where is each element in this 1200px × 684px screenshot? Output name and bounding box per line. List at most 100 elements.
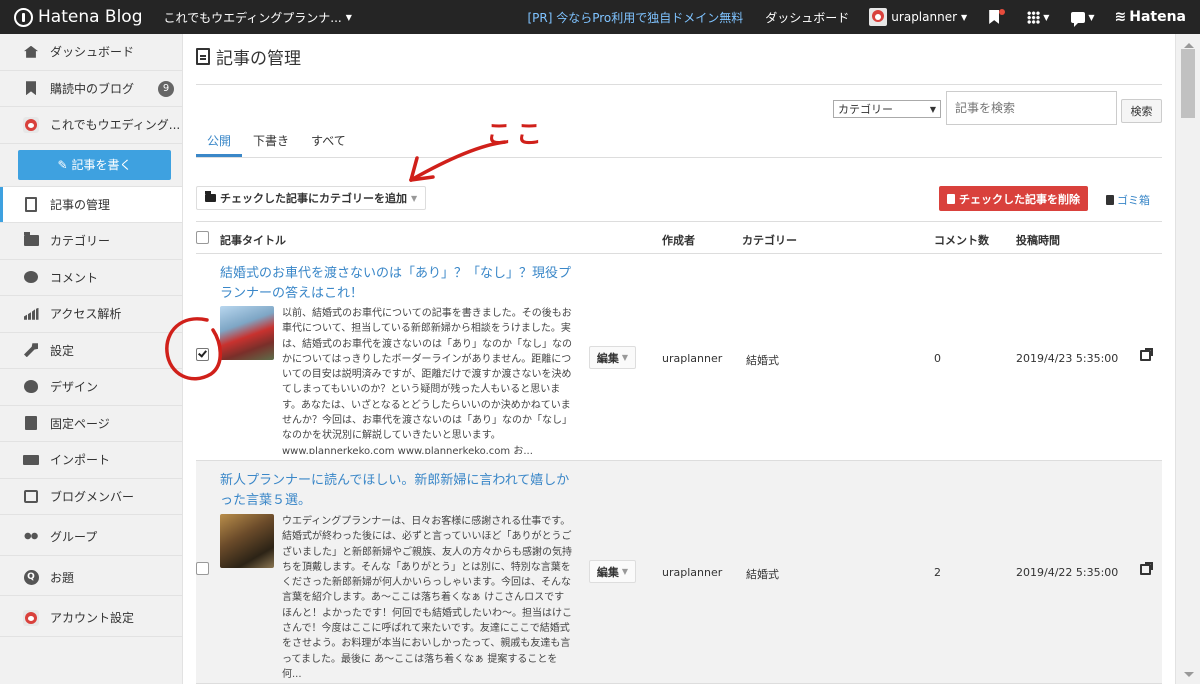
divider <box>196 84 1162 85</box>
sidebar-item-label: お題 <box>50 570 75 585</box>
sidebar-item-label: これでもウエディング... <box>50 118 181 133</box>
page-icon <box>22 415 40 431</box>
scroll-down-arrow-icon[interactable] <box>1184 672 1194 682</box>
post-excerpt: ウエディングプランナーは、日々お客様に感謝される仕事です。結婚式が終わった後には… <box>282 516 572 680</box>
sidebar-item-import[interactable]: インポート <box>0 442 182 479</box>
sidebar-item-topics[interactable]: Q お題 <box>0 560 182 596</box>
column-author: 作成者 <box>662 234 695 247</box>
sidebar-item-blog-members[interactable]: ブログメンバー <box>0 479 182 515</box>
post-thumbnail[interactable] <box>220 514 274 568</box>
sidebar-item-account[interactable]: アカウント設定 <box>0 600 182 637</box>
post-comment-count: 0 <box>934 352 941 365</box>
write-button-wrapper: ✎ 記事を書く <box>0 149 182 187</box>
home-icon <box>22 44 40 60</box>
sidebar-item-analytics[interactable]: アクセス解析 <box>0 296 182 333</box>
tab-all[interactable]: すべて <box>300 132 357 157</box>
document-icon <box>22 196 40 212</box>
post-title-link[interactable]: 新人プランナーに読んでほしい。新郎新婦に言われて嬉しかった言葉５選。 <box>220 471 582 511</box>
pr-link[interactable]: [PR] 今ならPro利用で独自ドメイン無料 <box>527 9 743 26</box>
notification-dot <box>999 9 1006 15</box>
edit-icon: ✎ <box>57 157 68 172</box>
select-all-checkbox[interactable] <box>196 231 209 244</box>
external-link-icon[interactable] <box>1140 348 1153 361</box>
folder-icon <box>205 191 216 202</box>
edit-label: 編集 <box>596 565 619 579</box>
subscriptions-count-badge: 9 <box>158 80 174 97</box>
user-menu[interactable]: uraplanner ▼ <box>869 8 967 26</box>
main-content: 記事の管理 カテゴリー ▼ 検索 公開 下書き すべて ここ チェックした記事に… <box>165 34 1175 684</box>
wrench-icon <box>22 342 40 358</box>
add-category-to-checked-button[interactable]: チェックした記事にカテゴリーを追加 ▼ <box>196 186 427 210</box>
sidebar-item-design[interactable]: デザイン <box>0 369 182 406</box>
sidebar-item-subscriptions[interactable]: 購読中のブログ 9 <box>0 71 182 107</box>
sidebar-item-categories[interactable]: カテゴリー <box>0 223 182 260</box>
tab-published[interactable]: 公開 <box>196 132 243 157</box>
sidebar-item-groups[interactable]: グループ <box>0 519 182 556</box>
page-title: 記事の管理 <box>196 44 301 69</box>
page-title-text: 記事の管理 <box>216 49 301 69</box>
dashboard-link[interactable]: ダッシュボード <box>765 9 849 26</box>
category-filter-select[interactable]: カテゴリー ▼ <box>833 100 941 118</box>
table-row: 結婚式のお車代を渡さないのは「あり」？「なし」？現役プランナーの答えはこれ！ 以… <box>196 254 1162 461</box>
trash-icon <box>947 193 955 204</box>
messages-button[interactable]: ▼ <box>1071 11 1095 27</box>
table-row: 新人プランナーに読んでほしい。新郎新婦に言われて嬉しかった言葉５選。 ウエディン… <box>196 461 1162 684</box>
bar-chart-icon <box>22 306 40 322</box>
sidebar-item-fixed-pages[interactable]: 固定ページ <box>0 406 182 442</box>
post-author: uraplanner <box>662 352 723 365</box>
external-link-icon[interactable] <box>1140 562 1153 575</box>
logo-text: Hatena Blog <box>38 7 143 27</box>
blog-selector[interactable]: これでもウエディングプランナ... ▼ <box>164 9 352 26</box>
delete-checked-label: チェックした記事を削除 <box>959 192 1080 206</box>
caret-down-icon: ▼ <box>929 104 936 114</box>
trash-link[interactable]: ゴミ箱 <box>1106 192 1150 208</box>
edit-post-button[interactable]: 編集 ▼ <box>589 346 636 369</box>
sidebar-item-label: 購読中のブログ <box>50 81 135 96</box>
sidebar-item-label: アカウント設定 <box>50 611 135 626</box>
comment-icon <box>22 269 40 285</box>
hatena-link[interactable]: ≋ Hatena <box>1115 9 1187 25</box>
sidebar-item-dashboard[interactable]: ダッシュボード <box>0 34 182 71</box>
sidebar-item-manage-posts[interactable]: 記事の管理 <box>0 186 182 223</box>
sidebar-item-label: コメント <box>50 270 99 285</box>
add-category-label: チェックした記事にカテゴリーを追加 <box>220 192 407 205</box>
post-date: 2019/4/23 5:35:00 <box>1016 352 1119 365</box>
sidebar-item-label: アクセス解析 <box>50 307 122 322</box>
post-category: 結婚式 <box>746 354 779 367</box>
search-input[interactable] <box>946 91 1117 125</box>
post-category: 結婚式 <box>746 568 779 581</box>
notifications-button[interactable] <box>989 9 1006 24</box>
post-title-link[interactable]: 結婚式のお車代を渡さないのは「あり」？「なし」？現役プランナーの答えはこれ！ <box>220 264 582 304</box>
search-button[interactable]: 検索 <box>1121 99 1162 123</box>
scroll-up-arrow-icon[interactable] <box>1184 38 1194 48</box>
avatar <box>869 8 888 26</box>
hatena-blog-logo[interactable]: Hatena Blog <box>14 7 143 27</box>
write-post-button[interactable]: ✎ 記事を書く <box>18 149 171 180</box>
category-filter-value: カテゴリー <box>838 103 893 116</box>
row-checkbox[interactable] <box>196 562 209 575</box>
caret-down-icon: ▼ <box>621 567 629 576</box>
document-icon <box>196 48 210 65</box>
delete-checked-button[interactable]: チェックした記事を削除 <box>939 186 1088 211</box>
caret-down-icon: ▼ <box>961 12 968 22</box>
trash-label: ゴミ箱 <box>1117 194 1150 207</box>
username: uraplanner <box>891 10 958 24</box>
post-excerpt: 以前、結婚式のお車代についての記事を書きました。その後もお車代について、担当して… <box>282 308 572 454</box>
column-category: カテゴリー <box>742 234 797 247</box>
tab-drafts[interactable]: 下書き <box>242 132 300 157</box>
sidebar: ダッシュボード 購読中のブログ 9 これでもウエディング... ✎ 記事を書く … <box>0 34 183 684</box>
sidebar-item-label: カテゴリー <box>50 234 111 249</box>
scrollbar-thumb[interactable] <box>1181 49 1195 118</box>
sidebar-item-blog[interactable]: これでもウエディング... <box>0 107 182 144</box>
status-tabs: 公開 下書き すべて <box>196 132 1162 158</box>
apps-menu-button[interactable]: ▼ <box>1027 10 1049 24</box>
bookmark-icon <box>989 10 1000 24</box>
sidebar-item-comments[interactable]: コメント <box>0 260 182 296</box>
sidebar-item-settings[interactable]: 設定 <box>0 333 182 369</box>
hatena-blog-logo-icon <box>14 7 33 27</box>
sidebar-item-label: 設定 <box>50 343 75 358</box>
vertical-scrollbar[interactable] <box>1175 34 1200 684</box>
edit-post-button[interactable]: 編集 ▼ <box>589 560 636 583</box>
caret-down-icon: ▼ <box>345 12 352 22</box>
blog-avatar-icon <box>22 116 40 133</box>
